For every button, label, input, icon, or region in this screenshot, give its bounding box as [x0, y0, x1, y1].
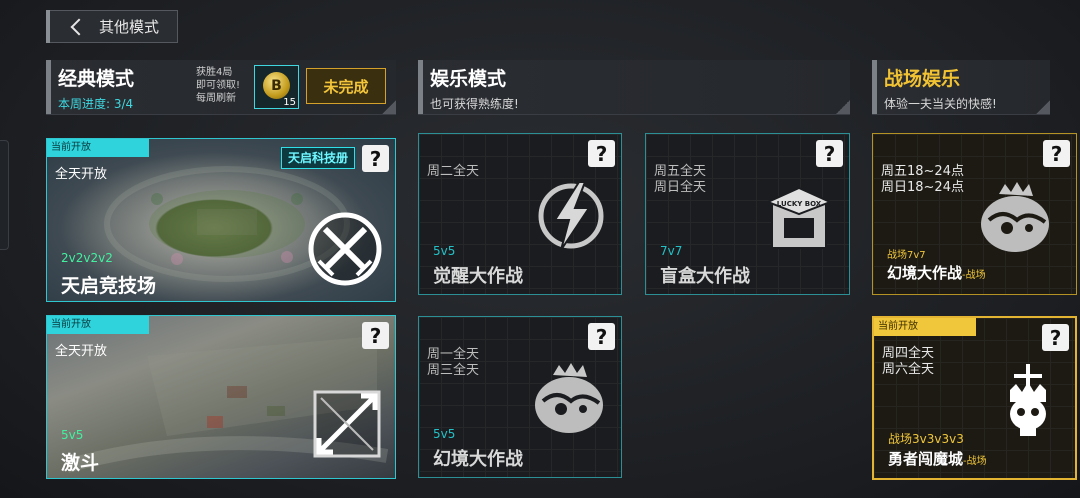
open-time: 周五18~24点 周日18~24点 [881, 164, 964, 195]
team-format: 2v2v2v2 [61, 251, 113, 265]
sponsor-badge: 天启科技册 [280, 147, 355, 169]
side-drawer-handle[interactable] [0, 140, 9, 250]
back-button[interactable]: 其他模式 [46, 10, 178, 43]
battle-mode-header: 战场娱乐 体验一夫当关的快感! [872, 60, 1050, 115]
battle-mode-title: 战场娱乐 [884, 68, 961, 90]
mode-name: 幻境大作战 [433, 449, 523, 470]
fun-mode-title: 娱乐模式 [430, 68, 507, 90]
fun-mode-subtitle: 也可获得熟练度! [430, 97, 519, 111]
help-button[interactable]: ? [816, 140, 843, 167]
lucky-box-label: LUCKY BOX [777, 200, 822, 208]
back-button-label: 其他模式 [99, 18, 160, 36]
mode-name: 天启竞技场 [61, 275, 157, 297]
open-now-badge: 当前开放 [47, 316, 149, 334]
mode-card-illusion[interactable]: ? 周一全天 周三全天 5v5 幻境大作战 [418, 316, 622, 478]
chevron-left-icon [70, 18, 88, 35]
team-format: 战场3v3v3v3 [888, 432, 964, 446]
help-button[interactable]: ? [362, 322, 389, 349]
coin-icon: B [263, 72, 290, 99]
classic-mode-title: 经典模式 [58, 68, 135, 90]
weekly-progress: 本周进度: 3/4 [58, 97, 134, 111]
reward-note: 获胜4局 即可领取! 每周刷新 [196, 67, 241, 104]
weekly-reward-coin[interactable]: B 15 [254, 65, 299, 109]
mode-name: 觉醒大作战 [433, 266, 523, 287]
mode-name: 勇者闯魔城-战场 [888, 450, 987, 468]
lightning-icon [538, 181, 604, 251]
open-now-badge: 当前开放 [874, 318, 976, 336]
open-time: 全天开放 [55, 167, 108, 182]
team-format: 5v5 [61, 428, 84, 442]
mode-card-awaken[interactable]: ? 周二全天 5v5 觉醒大作战 [418, 133, 622, 295]
skull-sword-icon [1010, 364, 1046, 436]
open-time: 周四全天 周六全天 [882, 346, 935, 377]
open-time: 周二全天 [427, 164, 480, 179]
reward-status-button[interactable]: 未完成 [306, 68, 386, 104]
mode-card-arena[interactable]: 当前开放 天启科技册 ? 全天开放 2v2v2v2 天启竞技场 [46, 138, 396, 302]
crowned-beast-icon [981, 182, 1049, 252]
mode-name: 激斗 [61, 452, 100, 474]
team-format: 5v5 [433, 427, 456, 441]
coin-count: 15 [283, 97, 296, 108]
open-time: 周五全天 周日全天 [654, 164, 707, 195]
battle-mode-subtitle: 体验一夫当关的快感! [884, 97, 997, 111]
mode-name: 盲盒大作战 [660, 266, 750, 287]
open-time: 全天开放 [55, 344, 108, 359]
help-button[interactable]: ? [588, 140, 615, 167]
team-format: 战场7v7 [887, 250, 926, 261]
open-now-badge: 当前开放 [47, 139, 149, 157]
help-button[interactable]: ? [1042, 324, 1069, 351]
help-button[interactable]: ? [588, 323, 615, 350]
open-time: 周一全天 周三全天 [427, 347, 480, 378]
team-format: 7v7 [660, 244, 683, 258]
fun-mode-header: 娱乐模式 也可获得熟练度! [418, 60, 850, 115]
crossed-swords-icon [308, 212, 382, 286]
help-button[interactable]: ? [1043, 140, 1070, 167]
mode-card-hero-castle[interactable]: 当前开放 ? 周四全天 周六全天 战场3v3v3v3 勇者闯魔城-战场 [872, 316, 1077, 480]
classic-mode-header: 经典模式 本周进度: 3/4 获胜4局 即可领取! 每周刷新 B 15 未完成 [46, 60, 396, 115]
expand-arrows-icon [313, 390, 381, 458]
team-format: 5v5 [433, 244, 456, 258]
help-button[interactable]: ? [362, 145, 389, 172]
mode-card-brawl[interactable]: 当前开放 ? 全天开放 5v5 激斗 [46, 315, 396, 479]
mode-card-blindbox[interactable]: ? 周五全天 周日全天 LUCKY BOX 7v7 盲盒大作战 [645, 133, 850, 295]
crowned-beast-icon [535, 363, 603, 433]
mode-name: 幻境大作战-战场 [887, 264, 986, 282]
mode-card-illusion-battle[interactable]: ? 周五18~24点 周日18~24点 战场7v7 幻境大作战-战场 [872, 133, 1077, 295]
lucky-box-icon: LUCKY BOX [765, 186, 833, 249]
